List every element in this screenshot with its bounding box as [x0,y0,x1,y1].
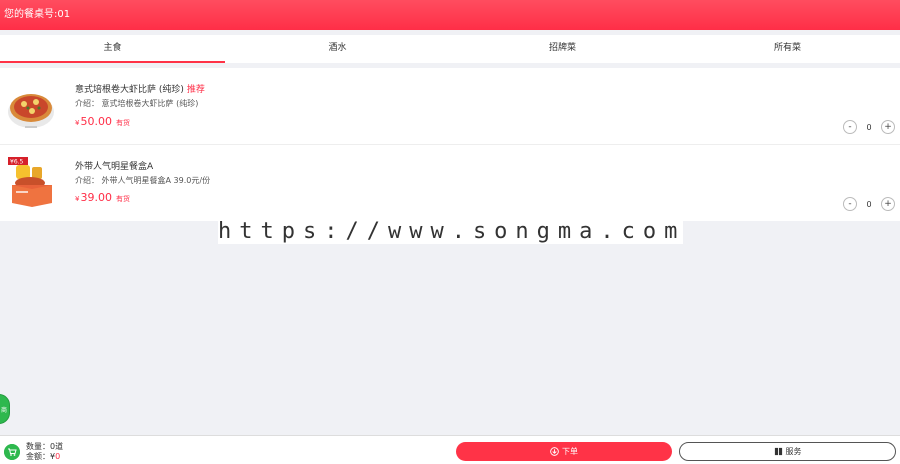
place-order-button[interactable]: 下单 [456,442,672,461]
service-icon [774,447,782,456]
quantity-stepper: - 0 + [843,197,895,211]
meal-box-image: ¥6.5 [8,157,52,207]
price-badge-text: ¥6.5 [10,159,24,166]
cart-count: 数量：0道 [26,442,64,451]
list-item: 意式培根卷大虾比萨 (纯珍) 推荐 介绍： 意式培根卷大虾比萨 (纯珍) ¥50.… [0,68,900,145]
cart-summary: 数量：0道 金额：¥0 [26,442,63,462]
order-icon [550,447,559,456]
stock-status: 有货 [115,195,130,203]
quantity-stepper: - 0 + [843,120,895,134]
recommend-badge: 推荐 [186,85,205,95]
service-button[interactable]: 服务 [679,442,896,461]
tab-drinks[interactable]: 酒水 [225,35,450,63]
increase-button[interactable]: + [881,120,895,134]
tab-signature-dishes[interactable]: 招牌菜 [450,35,675,63]
floating-menu-button[interactable]: 商 [0,394,10,424]
decrease-button[interactable]: - [843,120,857,134]
decrease-button[interactable]: - [843,197,857,211]
shopping-cart-icon[interactable] [4,444,20,460]
dish-name: 意式培根卷大虾比萨 (纯珍) 推荐 [75,85,205,95]
stock-status: 有货 [115,119,130,127]
category-tabs: 主食 酒水 招牌菜 所有菜 [0,35,900,63]
dish-price: ¥39.00 有货 [75,191,130,204]
tab-staple-food[interactable]: 主食 [0,35,225,63]
header-bar: 您的餐桌号:01 [0,0,900,30]
table-number-title: 您的餐桌号:01 [4,9,71,20]
list-item: ¥6.5 外带人气明星餐盒A 介绍： 外带人气明星餐盒A 39.0元/份 ¥39… [0,145,900,221]
dish-description: 介绍： 意式培根卷大虾比萨 (纯珍) [75,99,199,108]
tab-all-dishes[interactable]: 所有菜 [675,35,900,63]
dish-name: 外带人气明星餐盒A [75,162,154,172]
pizza-image [8,94,54,128]
quantity-value: 0 [866,122,872,132]
cart-amount: 金额：¥0 [26,452,61,461]
quantity-value: 0 [866,199,872,209]
dish-description: 介绍： 外带人气明星餐盒A 39.0元/份 [75,176,211,185]
watermark: https://www.songma.com [218,218,686,244]
bottom-bar: 数量：0道 金额：¥0 下单 服务 [0,435,900,464]
dish-list: 意式培根卷大虾比萨 (纯珍) 推荐 介绍： 意式培根卷大虾比萨 (纯珍) ¥50.… [0,68,900,221]
increase-button[interactable]: + [881,197,895,211]
dish-price: ¥50.00 有货 [75,115,130,128]
